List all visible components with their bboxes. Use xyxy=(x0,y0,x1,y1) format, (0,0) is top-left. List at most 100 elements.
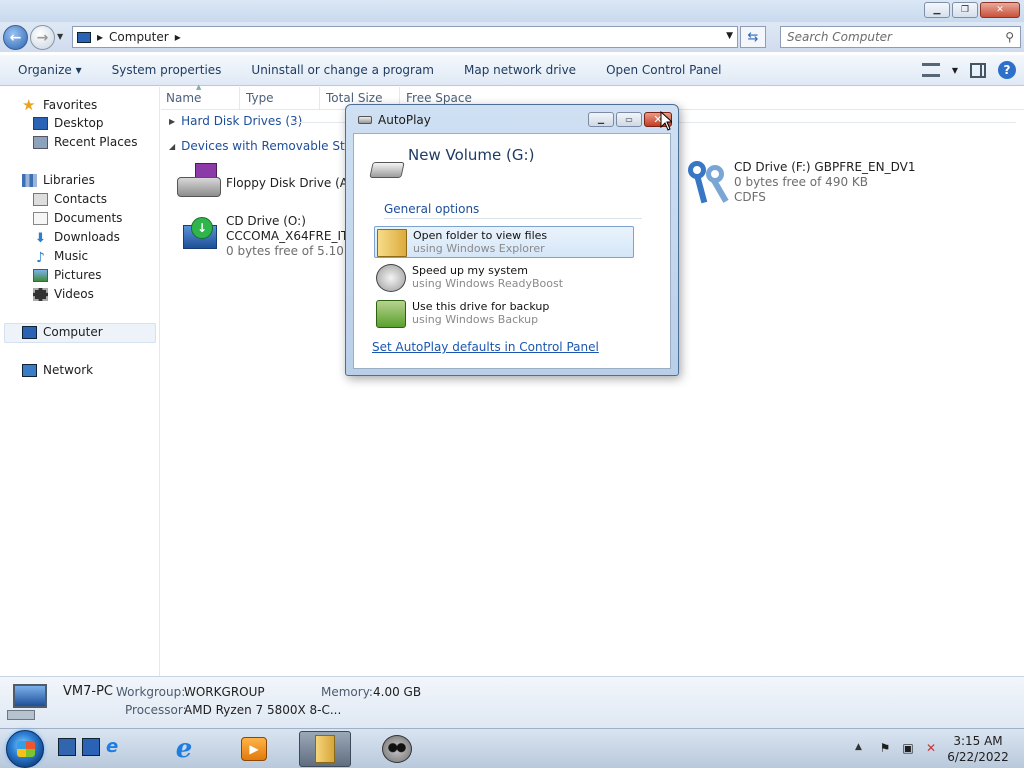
close-button[interactable]: ✕ xyxy=(980,2,1020,18)
group-label: Hard Disk Drives (3) xyxy=(181,114,303,128)
option-subtitle: using Windows Backup xyxy=(412,313,539,326)
open-control-panel-button[interactable]: Open Control Panel xyxy=(591,63,736,77)
refresh-button[interactable]: ⇆ xyxy=(740,26,766,48)
back-button[interactable]: ← xyxy=(3,25,28,50)
downloads-icon: ⬇ xyxy=(35,230,46,246)
cd-drive-f-item[interactable]: CD Drive (F:) GBPFRE_EN_DV1 0 bytes free… xyxy=(734,160,915,205)
option-subtitle: using Windows ReadyBoost xyxy=(412,277,564,290)
floppy-drive-item[interactable]: Floppy Disk Drive (A:) xyxy=(226,176,357,191)
address-bar[interactable]: ▸ Computer ▸ ▼ xyxy=(72,26,738,48)
option-title: Open folder to view files xyxy=(413,229,548,242)
taskbar: e e ▶ ▲ ⚑ ▣ ✕ 3:15 AM 6/22/2022 xyxy=(0,728,1024,768)
breadcrumb-separator[interactable]: ▸ xyxy=(175,30,181,44)
search-input[interactable]: Search Computer ⚲ xyxy=(780,26,1021,48)
sidebar-item-label: Pictures xyxy=(54,268,102,282)
autoplay-content: New Volume (G:) General options Open fol… xyxy=(353,133,671,369)
sidebar-item-label: Computer xyxy=(43,325,103,339)
autoplay-defaults-link[interactable]: Set AutoPlay defaults in Control Panel xyxy=(372,340,599,354)
search-icon[interactable]: ⚲ xyxy=(1005,30,1014,44)
taskbar-media-player[interactable]: ▶ xyxy=(225,731,283,767)
organize-button[interactable]: Organize ▾ xyxy=(0,63,97,77)
computer-icon xyxy=(77,31,91,43)
cd-drive-o-icon[interactable]: ↓ xyxy=(183,217,219,251)
volume-name: New Volume (G:) xyxy=(408,146,535,164)
sidebar-item-libraries[interactable]: Libraries xyxy=(22,173,95,187)
option-speed-up[interactable]: Speed up my system using Windows ReadyBo… xyxy=(374,262,634,294)
column-type[interactable]: Type xyxy=(241,91,274,105)
system-clock[interactable]: 3:15 AM 6/22/2022 xyxy=(940,733,1016,765)
sidebar-item-label: Music xyxy=(54,249,89,263)
workgroup-label: Workgroup: xyxy=(116,685,186,699)
uninstall-program-button[interactable]: Uninstall or change a program xyxy=(236,63,449,77)
group-hard-disk-drives[interactable]: ▶ Hard Disk Drives (3) xyxy=(169,114,302,128)
sort-arrow-icon: ▲ xyxy=(196,83,202,91)
group-removable-storage[interactable]: ◢ Devices with Removable Storag xyxy=(169,139,372,153)
breadcrumb-separator[interactable]: ▸ xyxy=(97,30,103,44)
floppy-drive-icon[interactable] xyxy=(175,163,223,201)
sidebar-item-label: Libraries xyxy=(43,173,95,187)
navigation-pane: ★ Favorites Desktop Recent Places Librar… xyxy=(0,87,160,676)
column-free-space[interactable]: Free Space xyxy=(401,91,472,105)
address-dropdown-icon[interactable]: ▼ xyxy=(726,31,733,41)
volume-muted-icon[interactable]: ✕ xyxy=(924,741,938,755)
music-icon: ♪ xyxy=(36,249,45,266)
column-divider[interactable] xyxy=(239,87,240,109)
sidebar-item-documents[interactable]: Documents xyxy=(33,211,122,225)
cd-drive-f-icon[interactable] xyxy=(686,159,732,207)
autoplay-titlebar: AutoPlay xyxy=(358,113,431,127)
network-tray-icon[interactable]: ▣ xyxy=(901,741,915,755)
taskbar-raccoon-app[interactable] xyxy=(368,731,426,767)
show-desktop-icon[interactable] xyxy=(58,738,76,756)
drive-free-space: 0 bytes free of 5.10 GB xyxy=(226,244,346,258)
contacts-icon xyxy=(33,192,48,206)
taskbar-windows-explorer[interactable] xyxy=(299,731,351,767)
change-view-icon[interactable] xyxy=(921,63,940,77)
minimize-button[interactable]: ▁ xyxy=(924,2,950,18)
sidebar-item-downloads[interactable]: ⬇ Downloads xyxy=(33,230,120,246)
recent-pages-dropdown[interactable]: ▼ xyxy=(57,32,63,41)
start-button[interactable] xyxy=(6,730,44,768)
search-placeholder: Search Computer xyxy=(787,30,892,44)
option-open-folder[interactable]: Open folder to view files using Windows … xyxy=(374,226,634,258)
forward-button[interactable]: → xyxy=(30,25,55,50)
minimize-button[interactable]: ▁ xyxy=(588,112,614,127)
preview-pane-icon[interactable] xyxy=(970,62,986,78)
action-center-icon[interactable]: ⚑ xyxy=(878,741,892,755)
breadcrumb-computer[interactable]: Computer xyxy=(109,30,169,44)
taskbar-internet-explorer[interactable]: e xyxy=(155,731,213,767)
sidebar-item-network[interactable]: Network xyxy=(22,363,93,377)
map-network-drive-button[interactable]: Map network drive xyxy=(449,63,591,77)
column-name[interactable]: Name xyxy=(161,91,201,105)
sidebar-item-videos[interactable]: Videos xyxy=(33,287,94,301)
sidebar-item-contacts[interactable]: Contacts xyxy=(33,192,107,206)
help-icon[interactable]: ? xyxy=(998,61,1016,79)
explorer-quicklaunch-icon[interactable] xyxy=(82,738,100,756)
option-backup[interactable]: Use this drive for backup using Windows … xyxy=(374,298,634,330)
sidebar-item-recent-places[interactable]: Recent Places xyxy=(33,135,137,149)
internet-explorer-quicklaunch-icon[interactable]: e xyxy=(106,738,124,756)
drive-free-space: 0 bytes free of 490 KB xyxy=(734,175,868,189)
sidebar-item-label: Recent Places xyxy=(54,135,138,149)
collapse-icon: ◢ xyxy=(169,141,176,151)
sidebar-item-label: Contacts xyxy=(54,192,107,206)
pictures-icon xyxy=(33,268,48,282)
sidebar-item-label: Downloads xyxy=(54,230,120,244)
view-controls: ▼ ? xyxy=(921,61,1016,79)
column-total-size[interactable]: Total Size xyxy=(321,91,382,105)
libraries-icon xyxy=(22,173,37,187)
cd-drive-o-item[interactable]: CD Drive (O:) CCCOMA_X64FRE_IT-I 0 bytes… xyxy=(226,214,346,259)
show-hidden-icons-button[interactable]: ▲ xyxy=(855,742,862,752)
system-properties-button[interactable]: System properties xyxy=(97,63,237,77)
sidebar-item-pictures[interactable]: Pictures xyxy=(33,268,102,282)
sidebar-item-favorites[interactable]: ★ Favorites xyxy=(22,96,97,114)
computer-icon xyxy=(22,325,37,339)
maximize-button[interactable]: ❐ xyxy=(952,2,978,18)
view-dropdown-icon[interactable]: ▼ xyxy=(952,66,958,75)
maximize-button[interactable]: ▭ xyxy=(616,112,642,127)
expand-icon: ▶ xyxy=(169,116,176,126)
processor-label: Processor: xyxy=(125,703,187,717)
column-divider[interactable] xyxy=(319,87,320,109)
sidebar-item-music[interactable]: ♪ Music xyxy=(33,249,89,266)
sidebar-item-computer[interactable]: Computer xyxy=(22,325,103,339)
sidebar-item-desktop[interactable]: Desktop xyxy=(33,116,104,130)
